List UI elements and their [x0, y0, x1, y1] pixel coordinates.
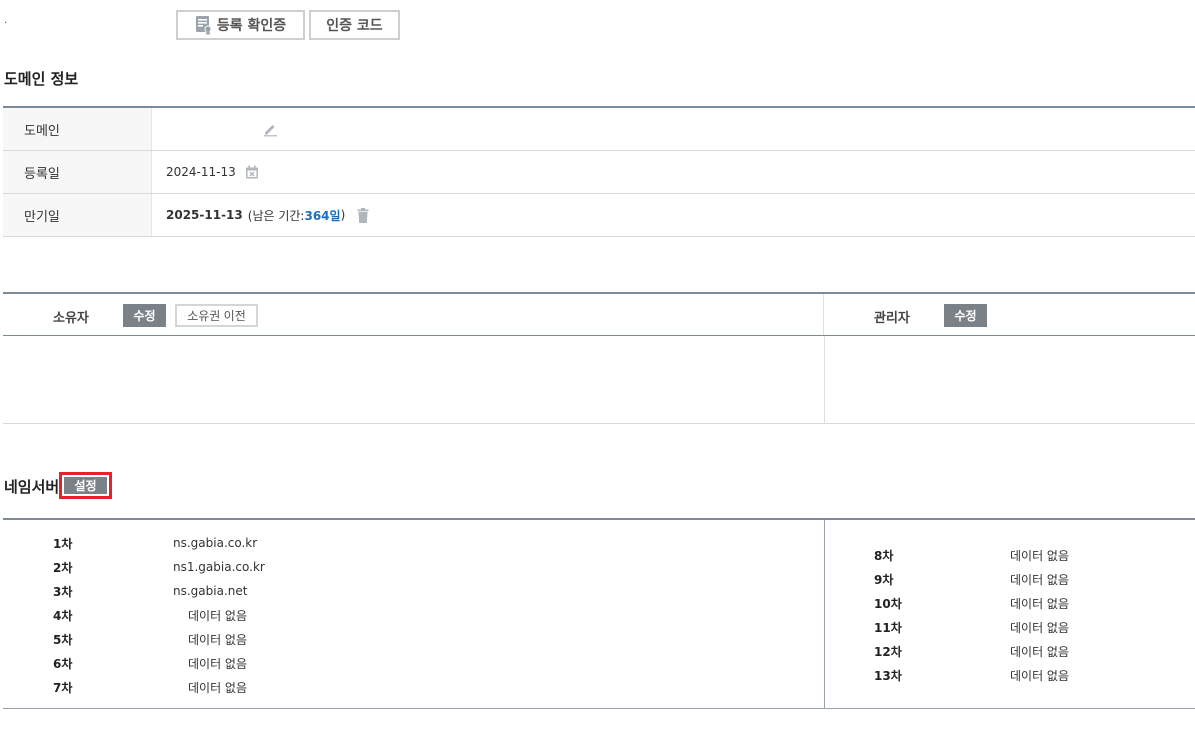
- nameserver-order: 11차: [874, 620, 902, 635]
- registration-date-label: 등록일: [3, 151, 152, 193]
- expiry-date-value: 2025-11-13: [166, 208, 243, 222]
- nameserver-value: 데이터 없음: [1010, 668, 1070, 683]
- trash-icon[interactable]: [355, 207, 371, 223]
- nameserver-row: 9차 데이터 없음: [3, 567, 1195, 591]
- registration-certificate-button[interactable]: 등록 확인증: [176, 10, 305, 40]
- nameserver-row: 10차 데이터 없음: [3, 591, 1195, 615]
- nameserver-order: 9차: [874, 572, 894, 587]
- owner-label: 소유자: [53, 311, 89, 326]
- owner-header: 소유자 수정 소유권 이전: [3, 294, 824, 335]
- nameserver-value: 데이터 없음: [1010, 572, 1070, 587]
- nameserver-order: 8차: [874, 548, 894, 563]
- expiry-date-cell: 2025-11-13 (남은 기간: 364일 ): [152, 194, 1195, 236]
- nameserver-value: 데이터 없음: [1010, 620, 1070, 635]
- domain-value-cell: [152, 108, 1195, 150]
- remaining-suffix: ): [340, 208, 346, 222]
- nameserver-set-button[interactable]: 설정: [64, 477, 107, 494]
- expiry-date-row: 만기일 2025-11-13 (남은 기간: 364일 ): [3, 194, 1195, 237]
- expiry-date-label: 만기일: [3, 194, 152, 236]
- nameserver-value: 데이터 없음: [1010, 644, 1070, 659]
- nameserver-row: 11차 데이터 없음: [3, 615, 1195, 639]
- nameserver-row: 8차 데이터 없음: [3, 543, 1195, 567]
- remaining-days: 364일: [304, 208, 341, 223]
- owner-edit-button[interactable]: 수정: [123, 304, 166, 327]
- contacts-divider: [824, 336, 825, 424]
- registration-certificate-label: 등록 확인증: [216, 18, 287, 34]
- registration-date-value: 2024-11-13: [166, 165, 236, 179]
- nameserver-order: 10차: [874, 596, 902, 611]
- domain-info-title: 도메인 정보: [4, 70, 79, 88]
- bullet-dot: ·: [4, 18, 8, 29]
- admin-label: 관리자: [874, 311, 910, 326]
- contacts-body: [3, 336, 1195, 424]
- nameserver-value: 데이터 없음: [1010, 596, 1070, 611]
- admin-header: 관리자 수정: [824, 294, 1195, 335]
- ownership-transfer-button[interactable]: 소유권 이전: [175, 304, 258, 327]
- domain-label: 도메인: [3, 108, 152, 150]
- auth-code-button[interactable]: 인증 코드: [309, 10, 400, 40]
- nameserver-row: 13차 데이터 없음: [3, 663, 1195, 687]
- certificate-icon: [195, 15, 213, 35]
- domain-row: 도메인: [3, 108, 1195, 151]
- auth-code-label: 인증 코드: [326, 18, 383, 34]
- contacts-header: 소유자 수정 소유권 이전 관리자 수정: [3, 294, 1195, 336]
- nameserver-panel: 1차 ns.gabia.co.kr 2차 ns1.gabia.co.kr 3차 ns.ga…: [3, 518, 1195, 709]
- nameserver-order: 13차: [874, 668, 902, 683]
- nameserver-row: 12차 데이터 없음: [3, 639, 1195, 663]
- contacts-panel: 소유자 수정 소유권 이전 관리자 수정: [3, 292, 1195, 424]
- calendar-icon[interactable]: [244, 164, 260, 180]
- remaining-prefix: (남은 기간:: [247, 208, 305, 223]
- nameserver-title: 네임서버: [4, 478, 60, 496]
- nameserver-value: 데이터 없음: [1010, 548, 1070, 563]
- registration-date-row: 등록일 2024-11-13: [3, 151, 1195, 194]
- domain-info-table: 도메인 등록일 2024-11-13 만기일 2025-11-13 (남은 기간…: [3, 106, 1195, 237]
- nameserver-set-highlight: 설정: [59, 472, 112, 499]
- admin-edit-button[interactable]: 수정: [944, 304, 987, 327]
- registration-date-cell: 2024-11-13: [152, 151, 1195, 193]
- pencil-icon[interactable]: [262, 121, 278, 137]
- nameserver-order: 12차: [874, 644, 902, 659]
